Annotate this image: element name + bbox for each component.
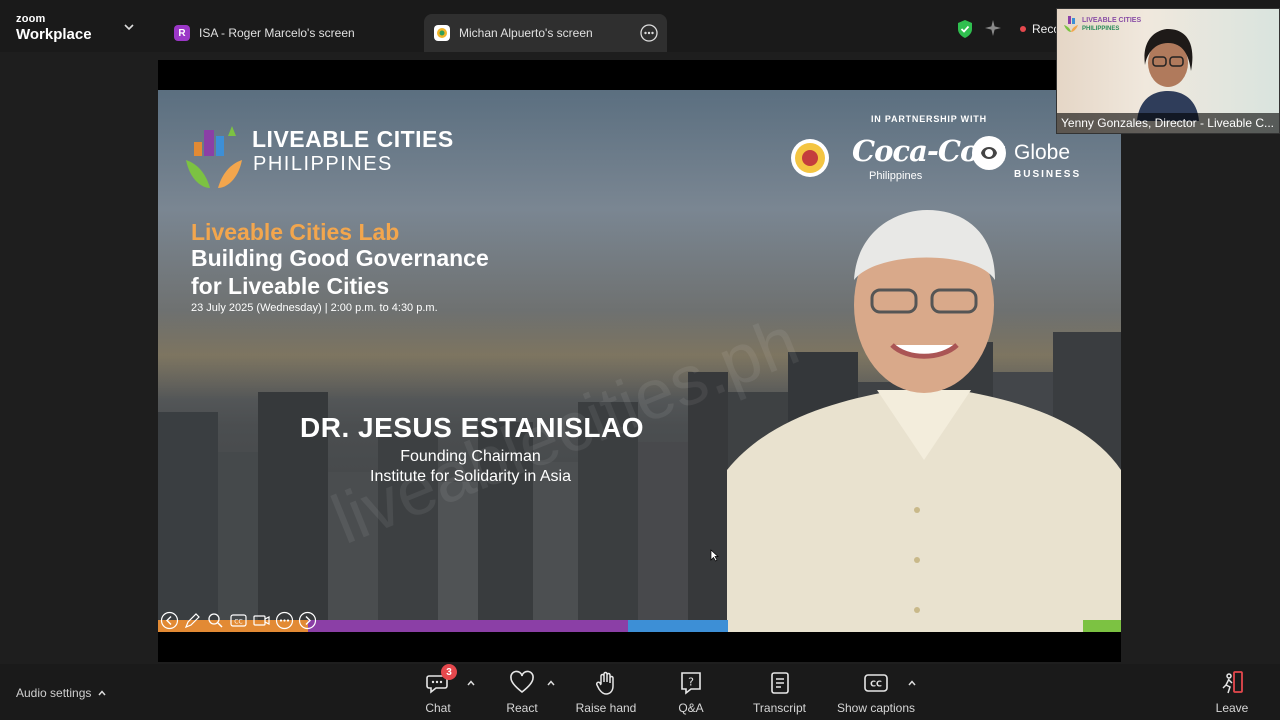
- zoom-workplace-logo[interactable]: zoom Workplace: [16, 13, 92, 43]
- raise-hand-label: Raise hand: [575, 701, 637, 715]
- transcript-icon: [770, 672, 789, 694]
- leave-button[interactable]: Leave: [1215, 670, 1249, 716]
- recording-indicator[interactable]: Reco: [1020, 22, 1060, 36]
- shared-screen[interactable]: LIVEABLE CITIES PHILIPPINES IN PARTNERSH…: [158, 60, 1121, 662]
- logo-text-line1: LIVEABLE CITIES: [1082, 17, 1142, 24]
- event-series: Liveable Cities Lab: [191, 219, 400, 245]
- transcript-button[interactable]: Transcript: [752, 670, 807, 716]
- audio-settings-label: Audio settings: [16, 686, 92, 700]
- participant-video-tile[interactable]: LIVEABLE CITIES PHILIPPINES Yenny Gonzal…: [1056, 8, 1280, 134]
- event-date: 23 July 2025 (Wednesday) | 2:00 p.m. to …: [191, 302, 438, 314]
- screen-share-app-icon: [434, 25, 450, 41]
- speaker-role-line2: Institute for Solidarity in Asia: [370, 468, 571, 485]
- chat-button[interactable]: 3 Chat: [424, 664, 457, 716]
- subtitles-icon[interactable]: CC: [229, 611, 248, 630]
- sparkle-icon[interactable]: [984, 19, 1002, 37]
- speaker-role-line1: Founding Chairman: [400, 448, 541, 465]
- chevron-up-icon[interactable]: [907, 678, 917, 688]
- slideshow-controls: CC: [160, 611, 317, 630]
- speaker-portrait: [727, 210, 1121, 632]
- government-seal-logo: [791, 139, 829, 177]
- mouse-cursor-icon: [710, 549, 719, 562]
- globe-logo-icon: [972, 136, 1006, 170]
- globe-business: BUSINESS: [1014, 169, 1082, 180]
- tab-label: ISA - Roger Marcelo's screen: [199, 26, 355, 40]
- presentation-slide: LIVEABLE CITIES PHILIPPINES IN PARTNERSH…: [158, 90, 1121, 632]
- svg-text:?: ?: [688, 676, 694, 689]
- liveable-cities-logo: [186, 126, 242, 188]
- participant-person: [1137, 29, 1199, 121]
- chevron-up-icon: [98, 690, 106, 696]
- partnership-label: IN PARTNERSHIP WITH: [871, 114, 987, 124]
- tab-label: Michan Alpuerto's screen: [459, 26, 593, 40]
- zoom-meeting-window: zoom Workplace R ISA - Roger Marcelo's s…: [0, 0, 1280, 720]
- slide-stripe-purple: [308, 620, 628, 632]
- pen-icon[interactable]: [183, 611, 202, 630]
- next-slide-icon[interactable]: [298, 611, 317, 630]
- brand-zoom: zoom: [16, 13, 46, 25]
- event-title-line1: Building Good Governance: [191, 245, 489, 271]
- qa-icon: ?: [681, 672, 701, 695]
- show-captions-button[interactable]: CC Show captions: [836, 670, 916, 716]
- shield-check-icon[interactable]: [956, 19, 974, 39]
- chat-badge: 3: [441, 664, 457, 680]
- chevron-up-icon[interactable]: [466, 678, 476, 688]
- show-captions-label: Show captions: [836, 701, 916, 715]
- more-options-icon[interactable]: [639, 23, 659, 43]
- camera-icon[interactable]: [252, 611, 271, 630]
- captions-icon: CC: [864, 674, 888, 692]
- transcript-label: Transcript: [753, 701, 806, 715]
- audio-settings-button[interactable]: Audio settings: [16, 686, 107, 700]
- chevron-up-icon[interactable]: [546, 678, 556, 688]
- logo-text-line2: PHILIPPINES: [1082, 26, 1120, 32]
- org-name-line2: PHILIPPINES: [253, 153, 393, 175]
- coca-cola-sub: Philippines: [869, 170, 923, 182]
- participant-name-label: Yenny Gonzales, Director - Liveable C...: [1057, 113, 1279, 133]
- avatar: R: [174, 25, 190, 41]
- leave-label: Leave: [1215, 701, 1249, 715]
- raise-hand-button[interactable]: Raise hand: [576, 670, 636, 716]
- svg-text:CC: CC: [234, 619, 242, 626]
- react-label: React: [506, 701, 538, 715]
- qa-label: Q&A: [678, 701, 704, 715]
- record-dot-icon: [1020, 26, 1026, 32]
- qa-button[interactable]: ? Q&A: [677, 670, 705, 716]
- speaker-name: DR. JESUS ESTANISLAO: [300, 412, 644, 443]
- tab-roger-screen[interactable]: R ISA - Roger Marcelo's screen: [164, 14, 418, 52]
- heart-icon: [510, 670, 534, 694]
- zoom-in-icon[interactable]: [206, 611, 225, 630]
- svg-text:CC: CC: [870, 680, 882, 689]
- brand-workplace: Workplace: [16, 26, 92, 43]
- tab-michan-screen[interactable]: Michan Alpuerto's screen: [424, 14, 667, 52]
- leave-icon: [1222, 671, 1243, 694]
- event-title-line2: for Liveable Cities: [191, 273, 390, 299]
- chat-label: Chat: [425, 701, 451, 715]
- liveable-cities-logo: [1064, 16, 1078, 32]
- hand-icon: [595, 671, 614, 695]
- chevron-down-icon[interactable]: [122, 20, 136, 34]
- react-button[interactable]: React: [506, 670, 538, 716]
- slide-stripe-green: [1083, 620, 1121, 632]
- more-options-icon[interactable]: [275, 611, 294, 630]
- org-name-line1: LIVEABLE CITIES: [252, 126, 454, 152]
- globe-name: Globe: [1014, 141, 1071, 164]
- meeting-controls-bar: Audio settings 3 Chat React Raise hand ?…: [0, 664, 1280, 720]
- previous-slide-icon[interactable]: [160, 611, 179, 630]
- slide-stripe-blue: [628, 620, 728, 632]
